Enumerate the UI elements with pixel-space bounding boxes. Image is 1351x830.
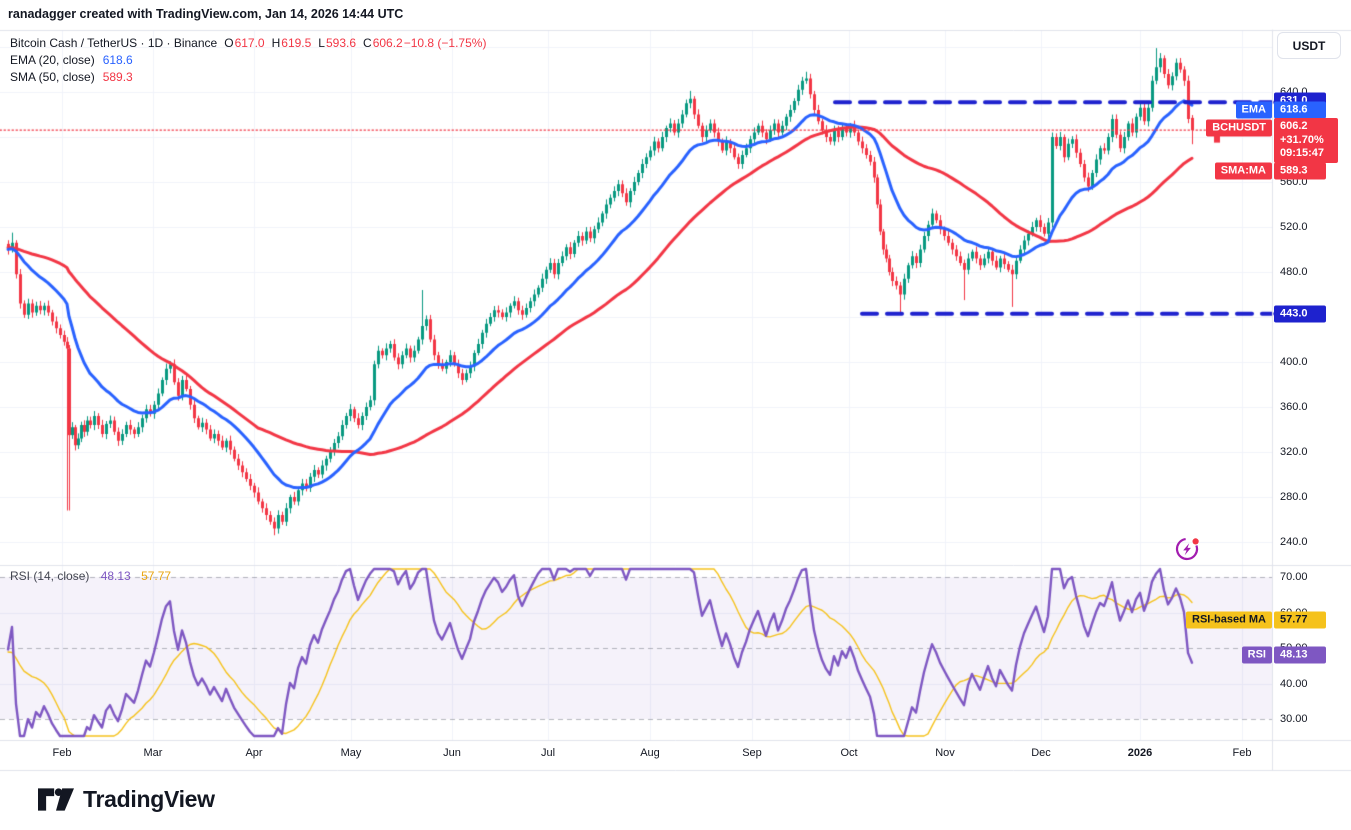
ohlc-values: O617.0 H619.5 L593.6 C606.2 (217, 35, 403, 52)
flash-publish-icon[interactable] (1174, 535, 1202, 563)
tradingview-logo-text: TradingView (83, 786, 215, 812)
tradingview-logo-mark (38, 788, 74, 811)
attribution-text: ranadagger created with TradingView.com,… (8, 7, 404, 21)
ema-price-label-tag: EMA (1235, 101, 1272, 119)
price-axis[interactable] (1272, 30, 1351, 740)
chart-legend: Bitcoin Cash / TetherUS · 1D · Binance O… (10, 35, 486, 86)
ema-value: 618.6 (102, 53, 133, 68)
rsi-value-label-tag: RSI (1241, 646, 1272, 664)
ohlc-value: 619.5 (281, 36, 312, 51)
chart-canvas[interactable] (0, 0, 1351, 830)
ohlc-key: O (224, 36, 234, 51)
ohlc-key: L (318, 36, 325, 51)
symbol-title: Bitcoin Cash / TetherUS · 1D · Binance (10, 36, 218, 51)
rsi-ma-label-tag: RSI-based MA (1186, 611, 1272, 629)
symbol-price-label-tag: BCHUSDT (1206, 119, 1272, 137)
rsi-legend[interactable]: RSI (14, close) 48.13 57.77 (10, 569, 171, 583)
ohlc-value: 593.6 (325, 36, 357, 51)
rsi-current-value: 48.13 (100, 569, 131, 583)
tradingview-logo[interactable]: TradingView (38, 786, 215, 813)
change-value: −10.8 (−1.75%) (403, 36, 487, 51)
ohlc-key: C (363, 36, 372, 51)
ema-label: EMA (20, close) (10, 53, 95, 68)
time-axis[interactable] (0, 740, 1272, 770)
rsi-ma-value: 57.77 (141, 569, 172, 583)
ohlc-value: 606.2 (372, 36, 403, 51)
sma-value: 589.3 (102, 70, 133, 85)
ohlc-value: 617.0 (234, 36, 265, 51)
ohlc-key: H (271, 36, 281, 51)
tradingview-chart-widget: ranadagger created with TradingView.com,… (0, 0, 1351, 830)
rsi-title: RSI (14, close) (10, 569, 90, 583)
legend-sma-row[interactable]: SMA (50, close) 589.3 (10, 69, 486, 86)
sma-label: SMA (50, close) (10, 70, 95, 85)
sma-price-label-tag: SMA:MA (1214, 162, 1272, 180)
legend-symbol-row[interactable]: Bitcoin Cash / TetherUS · 1D · Binance O… (10, 35, 486, 52)
legend-ema-row[interactable]: EMA (20, close) 618.6 (10, 52, 486, 69)
